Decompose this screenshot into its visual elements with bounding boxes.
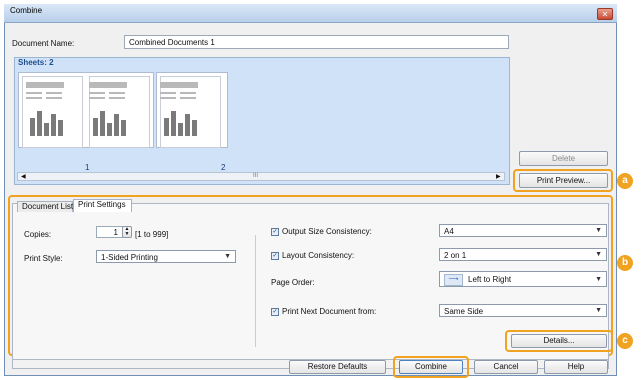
chevron-down-icon: ▼ bbox=[595, 276, 602, 283]
page-order-select[interactable]: ⟶ Left to Right ▼ bbox=[439, 271, 607, 287]
print-next-document-select[interactable]: Same Side ▼ bbox=[439, 304, 607, 317]
layout-consistency-value: 2 on 1 bbox=[444, 251, 467, 260]
help-button[interactable]: Help bbox=[544, 360, 608, 374]
cancel-button[interactable]: Cancel bbox=[474, 360, 538, 374]
scroll-left-icon[interactable]: ◀ bbox=[21, 173, 26, 180]
chevron-down-icon: ▼ bbox=[595, 307, 602, 314]
print-next-document-label: Print Next Document from: bbox=[282, 307, 377, 316]
print-next-document-value: Same Side bbox=[444, 307, 484, 316]
output-size-consistency-checkbox[interactable]: ✓ bbox=[271, 228, 279, 236]
document-name-input[interactable]: Combined Documents 1 bbox=[124, 35, 509, 49]
layout-consistency-label: Layout Consistency: bbox=[282, 251, 355, 260]
layout-consistency-select[interactable]: 2 on 1 ▼ bbox=[439, 248, 607, 261]
print-preview-button[interactable]: Print Preview... bbox=[519, 173, 608, 188]
copies-input[interactable]: 1 bbox=[96, 226, 123, 238]
print-style-label: Print Style: bbox=[24, 254, 63, 263]
callout-a: a bbox=[617, 173, 633, 189]
settings-divider bbox=[255, 235, 256, 347]
callout-c: c bbox=[617, 333, 633, 349]
sheet-page-number-2: 2 bbox=[221, 163, 226, 172]
output-size-consistency-label: Output Size Consistency: bbox=[282, 227, 372, 236]
sheets-count: Sheets: 2 bbox=[18, 58, 54, 67]
title-bar bbox=[4, 4, 617, 23]
layout-consistency-checkbox[interactable]: ✓ bbox=[271, 252, 279, 260]
tab-print-settings[interactable]: Print Settings bbox=[73, 199, 132, 212]
sheet-page-number-1: 1 bbox=[85, 163, 90, 172]
chevron-down-icon: ▼ bbox=[224, 253, 231, 260]
chevron-down-icon: ▼ bbox=[595, 227, 602, 234]
print-style-select[interactable]: 1-Sided Printing ▼ bbox=[96, 250, 236, 263]
print-next-document-checkbox[interactable]: ✓ bbox=[271, 308, 279, 316]
delete-button[interactable]: Delete bbox=[519, 151, 608, 166]
callout-b: b bbox=[617, 255, 633, 271]
copies-range: [1 to 999] bbox=[135, 230, 169, 239]
page-previews bbox=[26, 82, 198, 136]
page-order-value: Left to Right bbox=[468, 275, 512, 284]
print-style-value: 1-Sided Printing bbox=[101, 253, 158, 262]
window-title: Combine bbox=[10, 6, 43, 15]
scroll-thumb-grip: III bbox=[253, 173, 259, 179]
output-size-value: A4 bbox=[444, 227, 454, 236]
copies-label: Copies: bbox=[24, 230, 52, 239]
details-button[interactable]: Details... bbox=[511, 334, 607, 348]
sheets-scrollbar[interactable] bbox=[17, 172, 505, 181]
tab-document-list[interactable]: Document List bbox=[17, 201, 73, 212]
page-order-label: Page Order: bbox=[271, 278, 315, 287]
left-to-right-arrow-icon: ⟶ bbox=[444, 274, 463, 286]
combine-button[interactable]: Combine bbox=[399, 360, 463, 374]
chevron-down-icon: ▼ bbox=[595, 251, 602, 258]
output-size-select[interactable]: A4 ▼ bbox=[439, 224, 607, 237]
document-name-label: Document Name: bbox=[12, 39, 75, 48]
restore-defaults-button[interactable]: Restore Defaults bbox=[289, 360, 386, 374]
copies-stepper[interactable]: ▲ ▼ bbox=[122, 226, 132, 238]
close-button[interactable]: ✕ bbox=[597, 8, 613, 20]
scroll-right-icon[interactable]: ▶ bbox=[496, 173, 501, 180]
